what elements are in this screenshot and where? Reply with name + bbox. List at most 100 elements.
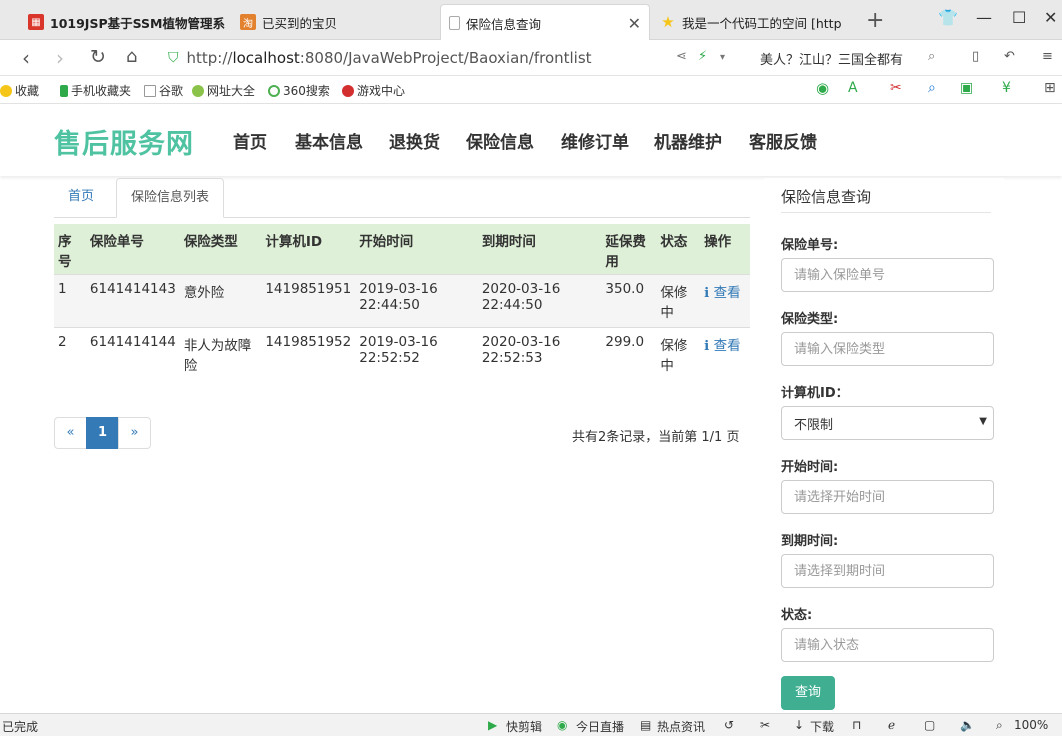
taobao-icon: 淘	[240, 14, 256, 30]
view-link[interactable]: ℹ 查看	[704, 338, 740, 354]
url-host: localhost	[232, 49, 300, 67]
bookmark-games[interactable]: 游戏中心	[342, 82, 405, 99]
gamepad-icon[interactable]: ▣	[960, 80, 973, 96]
col-header: 状态	[656, 224, 701, 275]
col-header: 开始时间	[355, 224, 478, 275]
browser-tab-4[interactable]: ★ 我是一个代码工的空间 [http	[652, 4, 857, 40]
status-input[interactable]	[781, 628, 994, 662]
end-date-input[interactable]	[781, 554, 994, 588]
nav-returns[interactable]: 退换货	[389, 128, 440, 153]
browser-tab-2[interactable]: 淘 已买到的宝贝	[232, 4, 437, 40]
forward-icon[interactable]: ›	[56, 46, 64, 70]
history-icon[interactable]: ↺	[724, 718, 734, 732]
tab-title: 1019JSP基于SSM植物管理系	[50, 15, 225, 31]
tools-icon[interactable]: ✂	[760, 718, 770, 732]
cell-end: 2020-03-16 22:44:50	[477, 274, 602, 328]
table-header-row: 序号 保险单号 保险类型 计算机ID 开始时间 到期时间 延保费用 状态 操作	[54, 224, 750, 275]
chevron-down-icon[interactable]: ▾	[720, 52, 725, 63]
maximize-icon[interactable]: ☐	[1012, 8, 1026, 27]
view-link[interactable]: ℹ 查看	[704, 285, 740, 301]
share-icon[interactable]: ⋖	[676, 49, 687, 64]
search-icon[interactable]: ⌕	[928, 49, 935, 64]
browser-tab-active[interactable]: 保险信息查询 ✕	[440, 4, 650, 41]
phone-icon[interactable]: ▯	[972, 49, 979, 64]
search-sidebar: 保险信息查询 保险单号: 保险类型: 计算机ID： 不限制 ▼ 开始时间: 到期…	[764, 178, 1004, 718]
page-1-button[interactable]: 1	[86, 417, 119, 449]
status-download[interactable]: 下载	[810, 718, 834, 735]
menu-icon[interactable]: ≡	[1042, 49, 1053, 64]
globe-icon	[192, 84, 204, 97]
zoom-level[interactable]: 100%	[1014, 718, 1048, 732]
nav-insurance[interactable]: 保险信息	[466, 128, 534, 153]
close-window-icon[interactable]: ✕	[1044, 8, 1057, 27]
skin-icon[interactable]: 👕	[938, 8, 958, 27]
col-header: 延保费用	[601, 224, 657, 275]
query-button[interactable]: 查询	[781, 676, 835, 710]
yen-icon[interactable]: ¥	[1002, 80, 1011, 96]
type-input[interactable]	[781, 332, 994, 366]
undo-icon[interactable]: ↶	[1004, 49, 1015, 64]
next-page-button[interactable]: »	[118, 417, 151, 449]
bookmark-directory[interactable]: 网址大全	[192, 82, 255, 99]
browser-tab-1[interactable]: ▦ 1019JSP基于SSM植物管理系	[20, 4, 225, 40]
policy-label: 保险单号:	[781, 238, 839, 253]
start-date-input[interactable]	[781, 480, 994, 514]
pcid-selected-value: 不限制	[794, 418, 834, 433]
nav-feedback[interactable]: 客服反馈	[749, 128, 817, 153]
pcid-label: 计算机ID：	[781, 386, 849, 401]
url-scheme: http://	[186, 49, 233, 67]
search-hint[interactable]: 美人？江山？三国全都有	[760, 49, 903, 68]
lightning-icon[interactable]: ⚡	[698, 49, 707, 64]
bookmark-360[interactable]: 360搜索	[268, 82, 330, 99]
cell-no: 2	[54, 327, 86, 380]
translate-icon[interactable]: A	[848, 80, 858, 96]
status-clip[interactable]: 快剪辑	[506, 718, 542, 735]
prev-page-button[interactable]: «	[54, 417, 87, 449]
cell-policy: 6141414144	[85, 327, 180, 380]
cell-start: 2019-03-16 22:52:52	[355, 327, 478, 380]
tab-insurance-list[interactable]: 保险信息列表	[116, 178, 225, 218]
home-icon[interactable]: ⌂	[126, 46, 137, 67]
bookmark-google[interactable]: 谷歌	[144, 82, 183, 99]
site-brand[interactable]: 售后服务网	[54, 122, 194, 161]
back-icon[interactable]: ‹	[22, 46, 30, 70]
magnifier-icon[interactable]: ⌕	[928, 80, 936, 96]
pcid-select[interactable]: 不限制 ▼	[781, 406, 994, 440]
window-icon[interactable]: ▢	[924, 718, 935, 732]
new-tab-button[interactable]: +	[866, 8, 884, 33]
nav-maintenance[interactable]: 机器维护	[654, 128, 722, 153]
address-bar[interactable]: ⛉ http://localhost:8080/JavaWebProject/B…	[168, 45, 668, 71]
site-header: 售后服务网 首页 基本信息 退换货 保险信息 维修订单 机器维护 客服反馈	[0, 104, 1062, 176]
col-header: 操作	[700, 224, 750, 275]
pagination: « 1 »	[54, 417, 151, 449]
reload-icon[interactable]: ↻	[90, 46, 106, 68]
nav-home[interactable]: 首页	[233, 128, 267, 153]
scissors-icon[interactable]: ✂	[890, 80, 902, 96]
col-header: 到期时间	[477, 224, 602, 275]
minimize-icon[interactable]: —	[976, 8, 992, 27]
status-live[interactable]: 今日直播	[576, 718, 624, 735]
cell-pcid: 1419851952	[261, 327, 356, 380]
nav-repair-orders[interactable]: 维修订单	[561, 128, 629, 153]
browser-nav-bar: ‹ › ↻ ⌂ ⛉ http://localhost:8080/JavaWebP…	[0, 40, 1062, 76]
nav-basic-info[interactable]: 基本信息	[295, 128, 363, 153]
sound-icon[interactable]: 🔈	[960, 718, 975, 732]
chevron-down-icon: ▼	[979, 416, 987, 427]
cell-fee: 299.0	[601, 327, 657, 380]
apps-icon[interactable]: ⊞	[1044, 80, 1056, 96]
tab-home[interactable]: 首页	[54, 178, 108, 218]
ie-icon[interactable]: ℯ	[888, 718, 895, 732]
status-text: 已完成	[2, 720, 39, 734]
insurance-table: 序号 保险单号 保险类型 计算机ID 开始时间 到期时间 延保费用 状态 操作 …	[54, 224, 750, 380]
close-tab-icon[interactable]: ✕	[628, 14, 641, 33]
layout-icon[interactable]: ⊓	[852, 718, 861, 732]
cell-type: 非人为故障险	[179, 327, 262, 380]
bookmark-favorites[interactable]: 收藏	[0, 82, 39, 99]
bookmarks-bar: 收藏 手机收藏夹 谷歌 网址大全 360搜索 游戏中心 ◉ A ✂ ⌕ ▣ ¥ …	[0, 76, 1062, 104]
policy-input[interactable]	[781, 258, 994, 292]
cell-policy: 6141414143	[85, 274, 180, 328]
pause-icon[interactable]: ◉	[816, 79, 829, 97]
status-news[interactable]: 热点资讯	[657, 718, 705, 735]
tab-favicon-icon: ▦	[28, 14, 44, 30]
bookmark-mobile[interactable]: 手机收藏夹	[60, 82, 131, 99]
